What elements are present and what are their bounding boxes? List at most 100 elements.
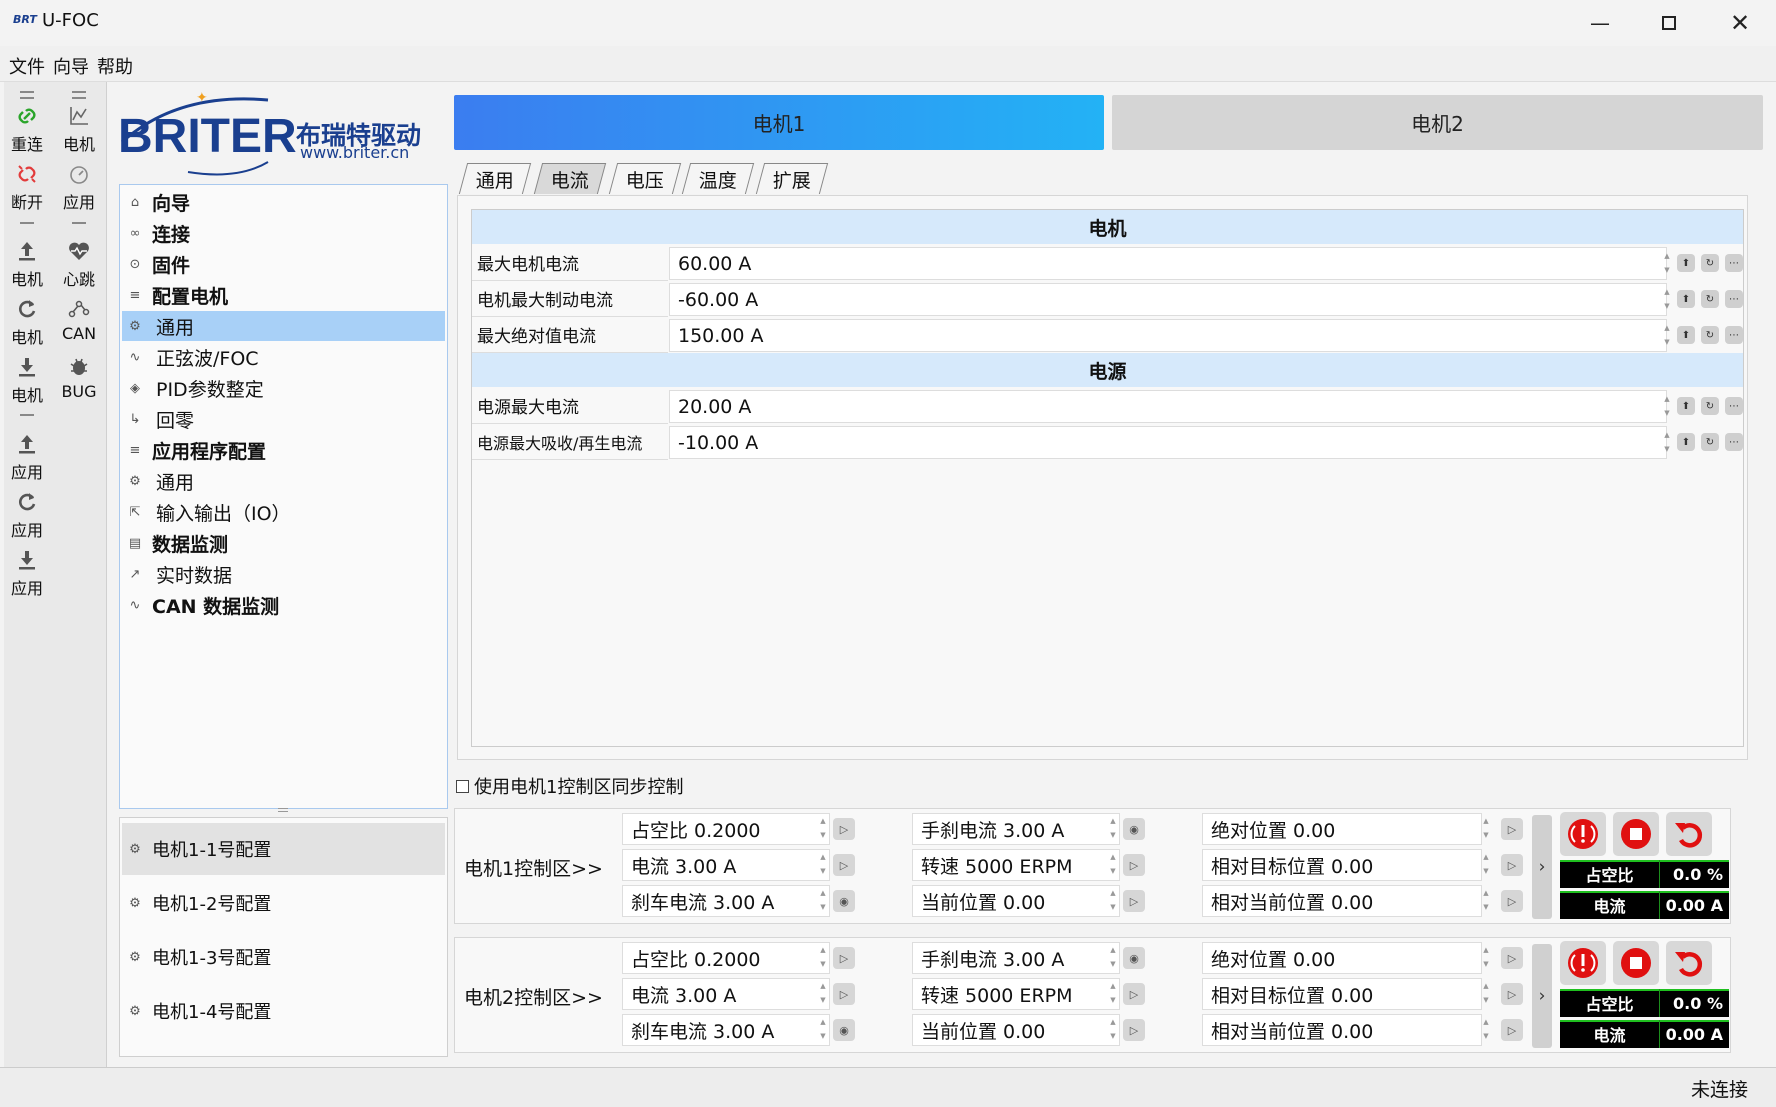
tab-temperature[interactable]: 温度	[681, 163, 755, 194]
current-position-input[interactable]: 当前位置 0.00	[912, 1014, 1120, 1046]
config-item[interactable]: ⚙ 电机1-2号配置	[122, 877, 445, 929]
app-read-button[interactable]: 应用	[3, 547, 51, 603]
handbrake-current-input[interactable]: 手刹电流 3.00 A	[912, 813, 1120, 845]
current-input[interactable]: 电流 3.00 A	[622, 849, 830, 881]
handbrake-current-input[interactable]: 手刹电流 3.00 A	[912, 942, 1120, 974]
play-icon[interactable]: ▷	[1123, 1019, 1145, 1041]
spin-arrows[interactable]: ▲ ▼	[1108, 943, 1118, 973]
param-value-input[interactable]: -10.00 A	[669, 426, 1667, 459]
more-icon[interactable]: ⋯	[1725, 397, 1743, 415]
nav-item-app-config[interactable]: ≡ 应用程序配置	[122, 435, 445, 465]
reset-icon[interactable]: ↻	[1701, 326, 1719, 344]
disconnect-button[interactable]: 断开	[3, 161, 51, 217]
app-gauge-button[interactable]: 应用	[55, 161, 103, 217]
spin-arrows[interactable]: ▲ ▼	[818, 814, 828, 844]
param-value-input[interactable]: 150.00 A	[669, 319, 1667, 352]
spin-arrows[interactable]: ▲ ▼	[1108, 814, 1118, 844]
menu-file[interactable]: 文件	[9, 53, 45, 79]
stop-button[interactable]	[1613, 941, 1659, 985]
chevron-right-icon[interactable]: ›	[1532, 944, 1552, 1048]
minimize-button[interactable]: —	[1565, 0, 1635, 46]
play-icon[interactable]: ▷	[1123, 854, 1145, 876]
spin-arrows[interactable]: ▲ ▼	[1662, 285, 1672, 315]
motor-refresh-button[interactable]: 电机	[3, 296, 51, 352]
nav-item-firmware[interactable]: ⊙ 固件	[122, 249, 445, 279]
spin-arrows[interactable]: ▲ ▼	[1662, 249, 1672, 279]
play-icon[interactable]: ▷	[1501, 854, 1523, 876]
play-icon[interactable]: ▷	[1501, 1019, 1523, 1041]
tab-extension[interactable]: 扩展	[755, 163, 829, 194]
reset-icon[interactable]: ↻	[1701, 397, 1719, 415]
sync-control-checkbox[interactable]: 使用电机1控制区同步控制	[456, 773, 683, 799]
absolute-position-input[interactable]: 绝对位置 0.00	[1202, 942, 1482, 974]
play-icon[interactable]: ▷	[1501, 890, 1523, 912]
spin-arrows[interactable]: ▲ ▼	[1481, 850, 1491, 880]
spin-arrows[interactable]: ▲ ▼	[1662, 428, 1672, 458]
heartbeat-button[interactable]: 心跳	[55, 238, 103, 294]
duty-input[interactable]: 占空比 0.2000	[622, 942, 830, 974]
emergency-stop-button[interactable]	[1560, 812, 1606, 856]
brake-icon[interactable]: ◉	[1123, 947, 1145, 969]
spin-arrows[interactable]: ▲ ▼	[818, 850, 828, 880]
reset-icon[interactable]: ↻	[1701, 433, 1719, 451]
current-input[interactable]: 电流 3.00 A	[622, 978, 830, 1010]
tab-motor2[interactable]: 电机2	[1112, 95, 1763, 150]
upload-icon[interactable]: ⬆	[1677, 433, 1695, 451]
nav-item-monitoring[interactable]: ▤ 数据监测	[122, 528, 445, 558]
brake-current-input[interactable]: 刹车电流 3.00 A	[622, 1014, 830, 1046]
checkbox-box[interactable]	[456, 779, 469, 793]
brake-icon[interactable]: ◉	[1123, 818, 1145, 840]
tab-general[interactable]: 通用	[458, 163, 532, 194]
play-icon[interactable]: ▷	[833, 983, 855, 1005]
app-refresh-button[interactable]: 应用	[3, 489, 51, 545]
current-position-input[interactable]: 当前位置 0.00	[912, 885, 1120, 917]
nav-item-motor-config[interactable]: ≡ 配置电机	[122, 280, 445, 310]
upload-icon[interactable]: ⬆	[1677, 326, 1695, 344]
spin-arrows[interactable]: ▲ ▼	[1662, 321, 1672, 351]
config-item[interactable]: ⚙ 电机1-4号配置	[122, 985, 445, 1037]
menu-wizard[interactable]: 向导	[53, 53, 89, 79]
spin-arrows[interactable]: ▲ ▼	[818, 1015, 828, 1045]
param-value-input[interactable]: 20.00 A	[669, 390, 1667, 423]
more-icon[interactable]: ⋯	[1725, 433, 1743, 451]
motor-read-button[interactable]: 电机	[3, 354, 51, 410]
play-icon[interactable]: ▷	[833, 818, 855, 840]
spin-arrows[interactable]: ▲ ▼	[1481, 814, 1491, 844]
duty-input[interactable]: 占空比 0.2000	[622, 813, 830, 845]
spin-arrows[interactable]: ▲ ▼	[1108, 886, 1118, 916]
spin-arrows[interactable]: ▲ ▼	[818, 943, 828, 973]
more-icon[interactable]: ⋯	[1725, 290, 1743, 308]
motor-chart-button[interactable]: 电机	[55, 103, 103, 159]
spin-arrows[interactable]: ▲ ▼	[1481, 979, 1491, 1009]
more-icon[interactable]: ⋯	[1725, 326, 1743, 344]
spin-arrows[interactable]: ▲ ▼	[1481, 943, 1491, 973]
reset-button[interactable]	[1666, 812, 1712, 856]
play-icon[interactable]: ▷	[1501, 983, 1523, 1005]
more-icon[interactable]: ⋯	[1725, 254, 1743, 272]
play-icon[interactable]: ▷	[833, 947, 855, 969]
spin-arrows[interactable]: ▲ ▼	[1108, 979, 1118, 1009]
stop-button[interactable]	[1613, 812, 1659, 856]
zone-title[interactable]: 电机1控制区>>	[464, 809, 603, 925]
nav-item-realtime[interactable]: ↗ 实时数据	[122, 559, 445, 589]
play-icon[interactable]: ▷	[1123, 890, 1145, 912]
can-button[interactable]: CAN	[55, 296, 103, 352]
spin-arrows[interactable]: ▲ ▼	[818, 979, 828, 1009]
upload-icon[interactable]: ⬆	[1677, 397, 1695, 415]
play-icon[interactable]: ▷	[1501, 818, 1523, 840]
play-icon[interactable]: ▷	[1123, 983, 1145, 1005]
config-item[interactable]: ⚙ 电机1-3号配置	[122, 931, 445, 983]
nav-item-io[interactable]: ⇱ 输入输出（IO）	[122, 497, 445, 527]
motor-write-button[interactable]: 电机	[3, 238, 51, 294]
param-value-input[interactable]: -60.00 A	[669, 283, 1667, 316]
tab-voltage[interactable]: 电压	[608, 163, 682, 194]
nav-item-app-general[interactable]: ⚙ 通用	[122, 466, 445, 496]
reset-icon[interactable]: ↻	[1701, 254, 1719, 272]
brake-icon[interactable]: ◉	[833, 1019, 855, 1041]
brake-icon[interactable]: ◉	[833, 890, 855, 912]
spin-arrows[interactable]: ▲ ▼	[1481, 1015, 1491, 1045]
brake-current-input[interactable]: 刹车电流 3.00 A	[622, 885, 830, 917]
tab-motor1[interactable]: 电机1	[454, 95, 1104, 150]
param-value-input[interactable]: 60.00 A	[669, 247, 1667, 280]
maximize-button[interactable]	[1634, 0, 1704, 46]
